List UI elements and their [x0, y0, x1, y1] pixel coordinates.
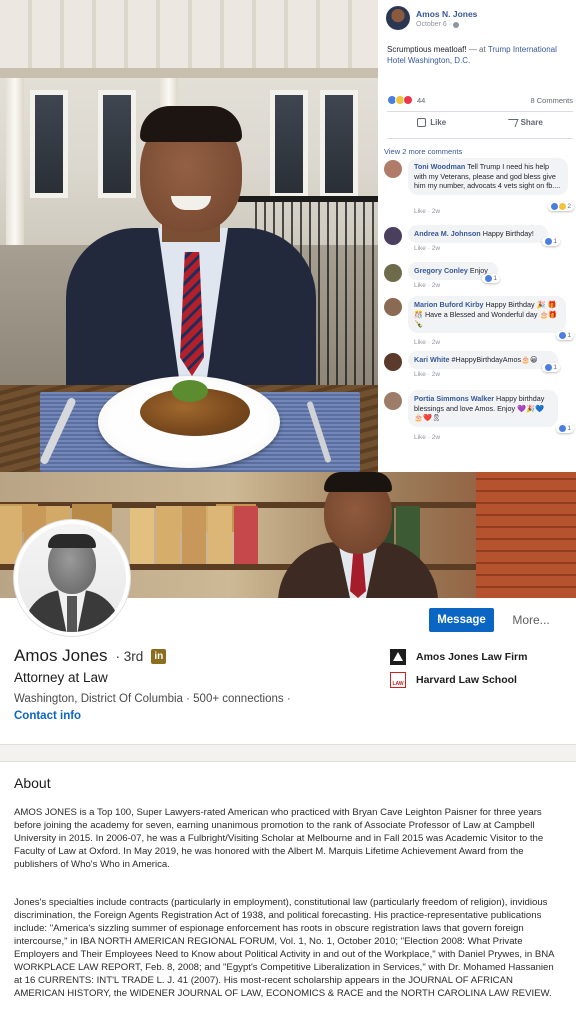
about-heading: About — [14, 775, 51, 791]
love-reaction-icon — [403, 95, 413, 105]
status-text: Scrumptious meatloaf! — [387, 45, 467, 54]
post-author[interactable]: Amos N. Jones — [416, 9, 477, 19]
facebook-post-photo[interactable] — [0, 0, 378, 472]
comment-bubble: Portia Simmons Walker Happy birthday ble… — [408, 390, 558, 427]
commenter-avatar[interactable] — [384, 298, 402, 316]
reaction-summary[interactable]: 44 — [387, 95, 425, 105]
comment-reactions[interactable]: 1 — [482, 274, 500, 283]
thumbs-up-icon — [417, 118, 427, 127]
comment-reaction-count: 1 — [567, 332, 571, 339]
comment-meta[interactable]: Like · 2w — [414, 282, 440, 289]
status-at: — at — [468, 45, 486, 54]
divider — [387, 138, 573, 139]
comment-author[interactable]: Toni Woodman — [414, 162, 465, 171]
comment-bubble: Andrea M. Johnson Happy Birthday! — [408, 225, 548, 243]
comment-reactions[interactable]: 1 — [556, 424, 574, 433]
commenter-avatar[interactable] — [384, 160, 402, 178]
more-button[interactable]: More... — [503, 608, 559, 632]
current-company[interactable]: Amos Jones Law Firm — [390, 649, 527, 665]
window — [320, 90, 358, 198]
post-date-text[interactable]: October 6 — [416, 21, 447, 28]
comment-reaction-count: 1 — [567, 425, 571, 432]
profile-name: Amos Jones — [14, 646, 108, 665]
comment-meta[interactable]: Like · 2w — [414, 434, 440, 441]
education-school[interactable]: LAW Harvard Law School — [390, 672, 517, 688]
divider — [387, 111, 573, 112]
commenter-avatar[interactable] — [384, 353, 402, 371]
profile-headline: Attorney at Law — [14, 670, 108, 685]
comment-bubble: Kari White #HappyBirthdayAmos🎂😀 — [408, 351, 558, 369]
like-button[interactable]: Like — [417, 118, 446, 127]
comment-author[interactable]: Marion Buford Kirby — [414, 300, 483, 309]
comment-author[interactable]: Gregory Conley — [414, 266, 468, 275]
facebook-post-panel: Amos N. Jones October 6 · Scrumptious me… — [378, 0, 576, 472]
linkedin-premium-icon: in — [151, 648, 167, 664]
comment-reactions[interactable]: 1 — [556, 331, 574, 340]
comment-text: Happy Birthday! — [482, 229, 534, 238]
profile-name-row: Amos Jones · 3rd in — [14, 646, 167, 666]
contact-info-link[interactable]: Contact info — [14, 710, 81, 722]
comment-reaction-count: 1 — [553, 238, 557, 245]
post-date[interactable]: October 6 · — [416, 21, 477, 28]
reaction-bar: 44 8 Comments — [387, 95, 573, 105]
share-label: Share — [520, 118, 543, 127]
comment-meta[interactable]: Like · 2w — [414, 208, 440, 215]
connection-degree: · 3rd — [115, 648, 144, 664]
share-icon — [505, 118, 519, 127]
linkedin-profile: Message More... Amos Jones · 3rd in Atto… — [0, 472, 576, 1024]
comment-reaction-count: 2 — [567, 203, 571, 210]
harvard-shield-icon: LAW — [390, 672, 406, 688]
school-name: Harvard Law School — [416, 674, 517, 686]
comment-reaction-count: 1 — [553, 364, 557, 371]
brick-wall — [476, 472, 576, 598]
comment-author[interactable]: Portia Simmons Walker — [414, 394, 494, 403]
profile-photo[interactable] — [14, 520, 130, 636]
comment-meta[interactable]: Like · 2w — [414, 371, 440, 378]
commenter-avatar[interactable] — [384, 227, 402, 245]
comment-author[interactable]: Andrea M. Johnson — [414, 229, 481, 238]
comment-text: #HappyBirthdayAmos🎂😀 — [451, 355, 538, 364]
comment-author[interactable]: Kari White — [414, 355, 450, 364]
section-separator — [0, 744, 576, 762]
comment-bubble: Marion Buford Kirby Happy Birthday 🎉 🎁🎊 … — [408, 296, 566, 333]
comment-reactions[interactable]: 2 — [548, 202, 574, 211]
garnish — [172, 380, 208, 402]
comment-meta[interactable]: Like · 2w — [414, 245, 440, 252]
post-status: Scrumptious meatloaf! — at Trump Interna… — [387, 44, 573, 66]
comment-reactions[interactable]: 1 — [542, 363, 560, 372]
profile-location: Washington, District Of Columbia · 500+ … — [14, 693, 291, 705]
school-badge-text: LAW — [392, 681, 404, 687]
share-button[interactable]: Share — [505, 118, 543, 127]
cover-person — [268, 472, 448, 598]
comment-reactions[interactable]: 1 — [542, 237, 560, 246]
ceiling — [0, 0, 378, 78]
post-actions: Like Share — [387, 118, 573, 127]
window — [30, 90, 68, 198]
law-firm-logo-icon — [390, 649, 406, 665]
author-avatar[interactable] — [386, 6, 410, 30]
globe-icon — [453, 21, 460, 28]
diner-person — [66, 106, 316, 394]
message-button[interactable]: Message — [429, 608, 494, 632]
about-paragraph-2: Jones's specialties include contracts (p… — [14, 897, 555, 999]
comment-reaction-count: 1 — [493, 275, 497, 282]
comment-meta[interactable]: Like · 2w — [414, 339, 440, 346]
about-paragraph-1: AMOS JONES is a Top 100, Super Lawyers-r… — [14, 807, 544, 870]
comment-bubble: Toni Woodman Tell Trump I need his help … — [408, 158, 568, 195]
commenter-avatar[interactable] — [384, 264, 402, 282]
reaction-count[interactable]: 44 — [417, 96, 425, 105]
post-header: Amos N. Jones October 6 · — [386, 6, 477, 30]
like-label: Like — [430, 118, 447, 127]
view-more-comments-link[interactable]: View 2 more comments — [384, 147, 462, 156]
comment-count[interactable]: 8 Comments — [530, 96, 573, 105]
commenter-avatar[interactable] — [384, 392, 402, 410]
company-name: Amos Jones Law Firm — [416, 651, 528, 663]
